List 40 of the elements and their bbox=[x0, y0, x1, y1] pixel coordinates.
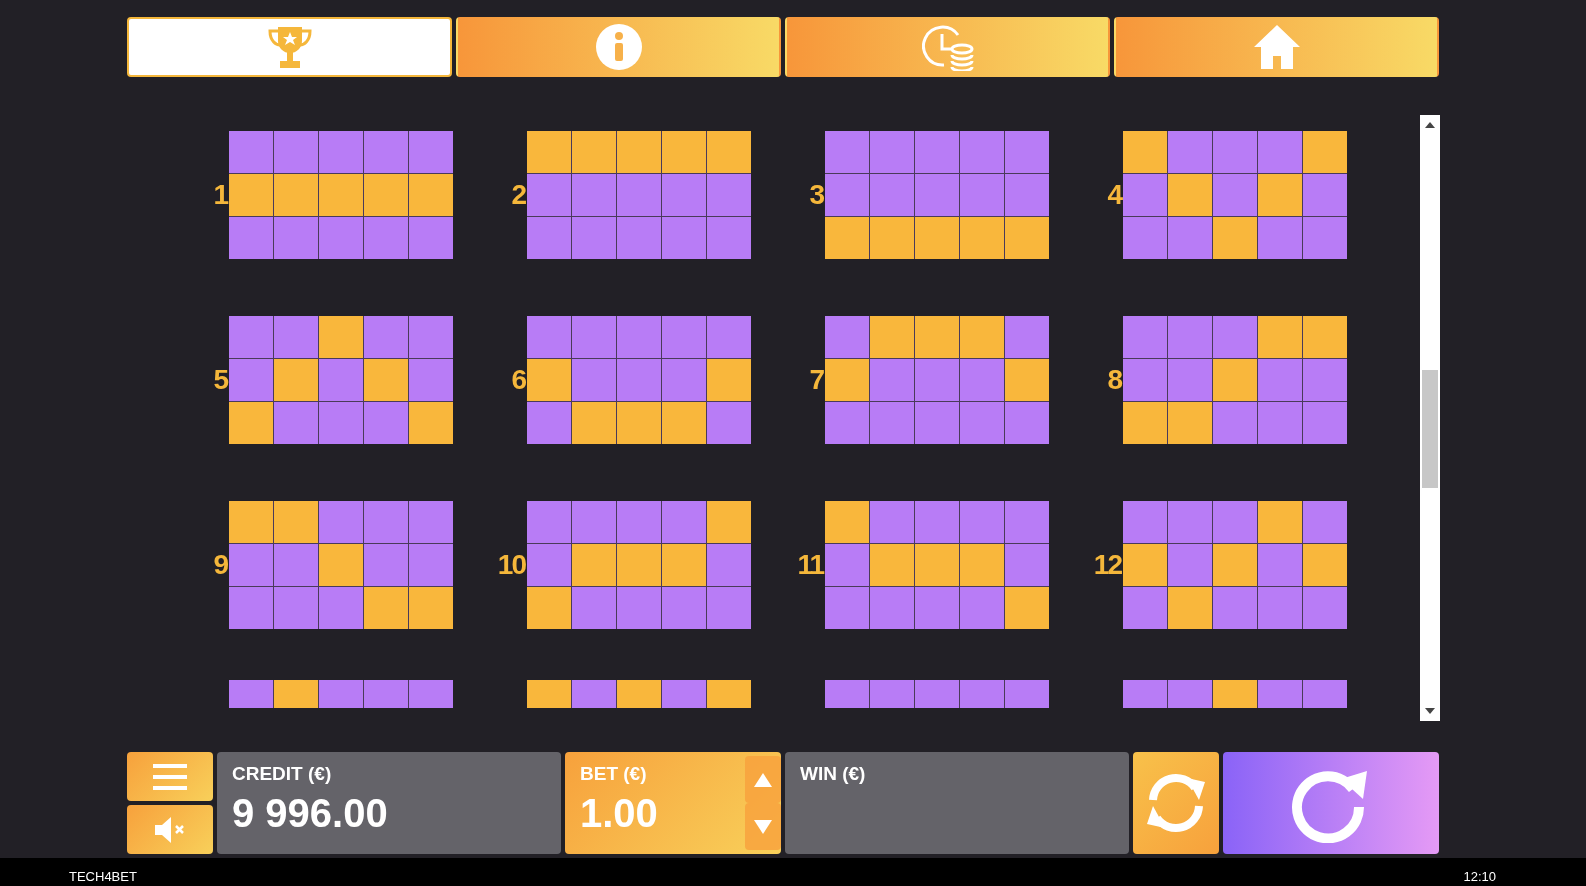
payline-number: 2 bbox=[510, 180, 525, 209]
payline-number: 1 bbox=[212, 180, 227, 209]
tab[interactable] bbox=[785, 17, 1110, 77]
payline-number: 11 bbox=[796, 550, 823, 579]
clock-coins-icon bbox=[921, 23, 974, 71]
payline-number: 12 bbox=[1092, 550, 1121, 579]
payline-number: 5 bbox=[212, 365, 227, 394]
scroll-down-icon[interactable] bbox=[1425, 708, 1435, 715]
info-icon bbox=[594, 23, 643, 71]
home-icon bbox=[1252, 24, 1301, 70]
bet-down-button[interactable] bbox=[745, 803, 781, 850]
tab[interactable] bbox=[127, 17, 452, 77]
provider-name: TECH4BET bbox=[69, 867, 137, 886]
spin-button[interactable] bbox=[1223, 752, 1439, 854]
scrollbar-thumb[interactable] bbox=[1422, 370, 1438, 488]
payline-number: 3 bbox=[808, 180, 823, 209]
bet-up-button[interactable] bbox=[745, 756, 781, 803]
payline-number: 6 bbox=[510, 365, 525, 394]
payline-number: 4 bbox=[1106, 180, 1121, 209]
win-label: WIN (€) bbox=[800, 762, 867, 786]
scroll-up-icon[interactable] bbox=[1425, 121, 1435, 128]
clock-time: 12:10 bbox=[1463, 867, 1496, 886]
credit-value: 9 996.00 bbox=[232, 789, 389, 837]
bet-label: BET (€) bbox=[580, 762, 648, 786]
scrollbar[interactable] bbox=[1420, 115, 1440, 721]
payline-number: 10 bbox=[496, 550, 525, 579]
tab[interactable] bbox=[1114, 17, 1439, 77]
muted-speaker-icon bbox=[153, 815, 187, 844]
menu-button[interactable] bbox=[127, 752, 213, 801]
autoplay-button[interactable] bbox=[1133, 752, 1219, 854]
up-arrow-icon bbox=[754, 772, 772, 787]
payline-number: 7 bbox=[808, 365, 823, 394]
credit-label: CREDIT (€) bbox=[232, 762, 333, 786]
down-arrow-icon bbox=[754, 819, 772, 834]
tab[interactable] bbox=[456, 17, 781, 77]
payline-number: 9 bbox=[212, 550, 227, 579]
payline-number: 8 bbox=[1106, 365, 1121, 394]
menu-icon bbox=[153, 761, 187, 792]
mute-button[interactable] bbox=[127, 805, 213, 854]
bet-value: 1.00 bbox=[580, 789, 658, 837]
